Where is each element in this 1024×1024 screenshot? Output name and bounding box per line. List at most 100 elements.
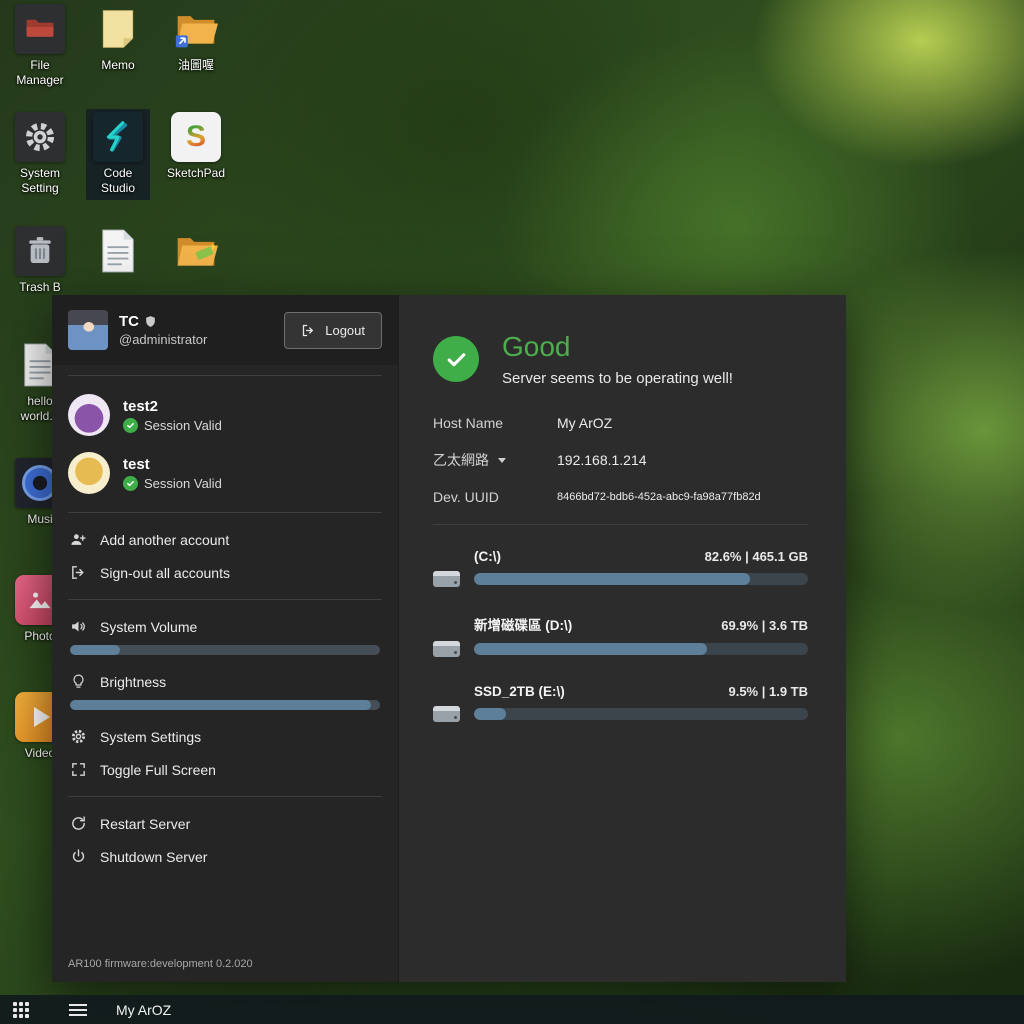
restart-server-item[interactable]: Restart Server [52,807,398,840]
account-name: test [123,456,222,473]
start-menu-button[interactable] [42,995,100,1024]
disk-name: SSD_2TB (E:\) [474,684,565,699]
speaker-icon [70,618,87,635]
logout-button[interactable]: Logout [284,312,382,349]
admin-shield-icon [144,315,157,328]
brightness-item: Brightness [52,665,398,698]
desktop-icon-label: File Manager [8,58,72,88]
sketchpad-icon: S [171,112,221,162]
drive-icon [433,641,460,657]
desktop-icon-file-manager[interactable]: File Manager [8,4,72,88]
account-item-test[interactable]: test Session Valid [52,444,398,502]
session-valid-icon [123,418,138,433]
uuid-label: Dev. UUID [433,489,557,505]
document-icon [93,226,143,276]
menu-label: System Volume [100,619,197,635]
server-status-panel: Good Server seems to be operating well! … [398,295,846,982]
desktop-icon-memo[interactable]: Memo [86,4,150,73]
code-studio-icon [93,112,143,162]
account-avatar [68,394,110,436]
add-account-item[interactable]: Add another account [52,523,398,556]
divider [68,512,382,513]
desktop-icon-label: Video [25,746,55,761]
signout-all-item[interactable]: Sign-out all accounts [52,556,398,589]
divider [68,599,382,600]
brightness-slider[interactable] [70,700,380,710]
drive-icon [433,706,460,722]
hostname-value: My ArOZ [557,415,612,431]
disk-row-c: (C:\) 82.6% | 465.1 GB [433,549,808,587]
fullscreen-icon [70,761,87,778]
menu-label: System Settings [100,729,201,745]
system-volume-item: System Volume [52,610,398,643]
status-ok-icon [433,336,479,382]
desktop-icon-label: 油圖喔 [178,58,214,73]
desktop-icon-folder-edit[interactable] [164,226,228,280]
disk-row-e: SSD_2TB (E:\) 9.5% | 1.9 TB [433,684,808,722]
divider [433,524,808,525]
network-label: 乙太網路 [433,450,489,470]
menu-label: Add another account [100,532,229,548]
menu-label: Restart Server [100,816,190,832]
session-status: Session Valid [144,418,222,433]
network-selector[interactable]: 乙太網路 [433,450,557,470]
desktop-icon-system-setting[interactable]: System Setting [8,112,72,196]
app-grid-icon [13,1002,29,1018]
uuid-row: Dev. UUID 8466bd72-bdb6-452a-abc9-fa98a7… [433,489,808,505]
volume-slider-fill [70,645,120,655]
hostname-label: Host Name [433,415,557,431]
desktop-icon-sketchpad[interactable]: S SketchPad [164,112,228,181]
taskbar-title: My ArOZ [116,1002,171,1018]
menu-label: Shutdown Server [100,849,207,865]
toggle-fullscreen-item[interactable]: Toggle Full Screen [52,753,398,786]
bulb-icon [70,673,87,690]
system-settings-item[interactable]: System Settings [52,720,398,753]
sign-out-icon [70,564,87,581]
disk-name: (C:\) [474,549,501,564]
menu-label: Sign-out all accounts [100,565,230,581]
hamburger-icon [69,1004,87,1016]
chevron-down-icon [498,458,506,463]
desktop-icon-label: Musi [27,512,52,527]
network-row: 乙太網路 192.168.1.214 [433,450,808,470]
ip-address-value: 192.168.1.214 [557,452,647,468]
menu-label: Brightness [100,674,166,690]
logout-icon [301,323,316,338]
trash-icon [15,226,65,276]
desktop-icon-document[interactable] [86,226,150,280]
desktop-icon-label: Photo [24,629,55,644]
disk-usage: 9.5% | 1.9 TB [728,684,808,699]
desktop-icon-label: Memo [101,58,134,73]
account-avatar [68,452,110,494]
disk-name: 新增磁碟區 (D:\) [474,614,572,634]
user-avatar [68,310,108,350]
restart-icon [70,815,87,832]
desktop-icon-label: SketchPad [167,166,225,181]
session-valid-icon [123,476,138,491]
hostname-row: Host Name My ArOZ [433,415,808,431]
disk-usage-bar [474,708,808,720]
volume-slider[interactable] [70,645,380,655]
desktop-icon-trash[interactable]: Trash B [8,226,72,295]
desktop-icon-code-studio[interactable]: Code Studio [86,109,150,200]
disk-usage-fill [474,708,506,720]
desktop-icon-label: Trash B [19,280,61,295]
menu-label: Toggle Full Screen [100,762,216,778]
disk-usage: 69.9% | 3.6 TB [721,618,808,633]
user-panel: TC @administrator Logout test2 Session V… [52,295,398,982]
drive-icon [433,571,460,587]
divider [68,375,382,376]
desktop-icon-shared-folder[interactable]: 油圖喔 [164,4,228,73]
disk-usage: 82.6% | 465.1 GB [705,549,808,564]
quick-access-panel: TC @administrator Logout test2 Session V… [52,295,846,982]
play-icon [34,707,50,727]
account-item-test2[interactable]: test2 Session Valid [52,386,398,444]
shutdown-server-item[interactable]: Shutdown Server [52,840,398,873]
app-grid-button[interactable] [0,995,42,1024]
file-manager-icon [15,4,65,54]
status-message: Server seems to be operating well! [502,370,733,387]
folder-shortcut-icon [171,4,221,54]
desktop-icon-label: System Setting [8,166,72,196]
disk-usage-fill [474,573,750,585]
gear-icon [70,728,87,745]
